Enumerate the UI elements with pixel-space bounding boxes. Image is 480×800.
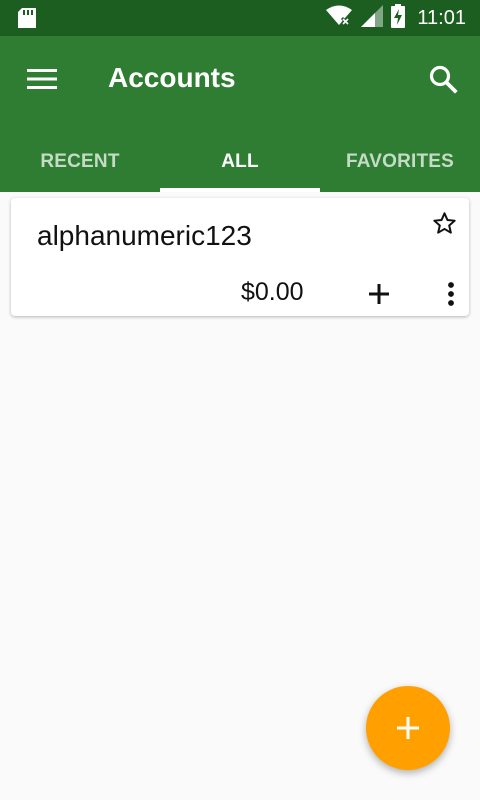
- plus-icon: [397, 717, 419, 739]
- account-card[interactable]: alphanumeric123 $0.00: [11, 198, 469, 316]
- tab-all-label: ALL: [221, 151, 259, 172]
- add-account-fab[interactable]: [366, 686, 450, 770]
- account-tabs: RECENT ALL FAVORITES: [0, 132, 480, 192]
- plus-icon[interactable]: [365, 280, 393, 308]
- app-bar: Accounts RECENT ALL FAVORITES: [0, 36, 480, 192]
- sd-card-icon: [18, 8, 36, 28]
- search-icon[interactable]: [426, 62, 460, 96]
- page-title: Accounts: [108, 62, 236, 93]
- tab-recent-label: RECENT: [40, 151, 120, 172]
- star-outline-icon[interactable]: [431, 210, 457, 236]
- battery-charging-icon: [391, 3, 406, 33]
- tab-favorites-label: FAVORITES: [345, 151, 455, 172]
- status-time: 11:01: [417, 6, 466, 29]
- account-balance: $0.00: [241, 278, 304, 306]
- tab-recent[interactable]: RECENT: [0, 132, 160, 192]
- status-indicators: 11:01: [325, 0, 466, 36]
- tab-favorites[interactable]: FAVORITES: [320, 132, 480, 192]
- more-vert-icon[interactable]: [445, 280, 457, 308]
- account-name: alphanumeric123: [37, 220, 252, 251]
- tab-all[interactable]: ALL: [160, 132, 320, 192]
- menu-icon[interactable]: [22, 64, 62, 94]
- signal-icon: [361, 4, 384, 32]
- status-bar: 11:01: [0, 0, 480, 36]
- wifi-off-icon: [325, 5, 353, 32]
- active-tab-indicator: [160, 188, 320, 192]
